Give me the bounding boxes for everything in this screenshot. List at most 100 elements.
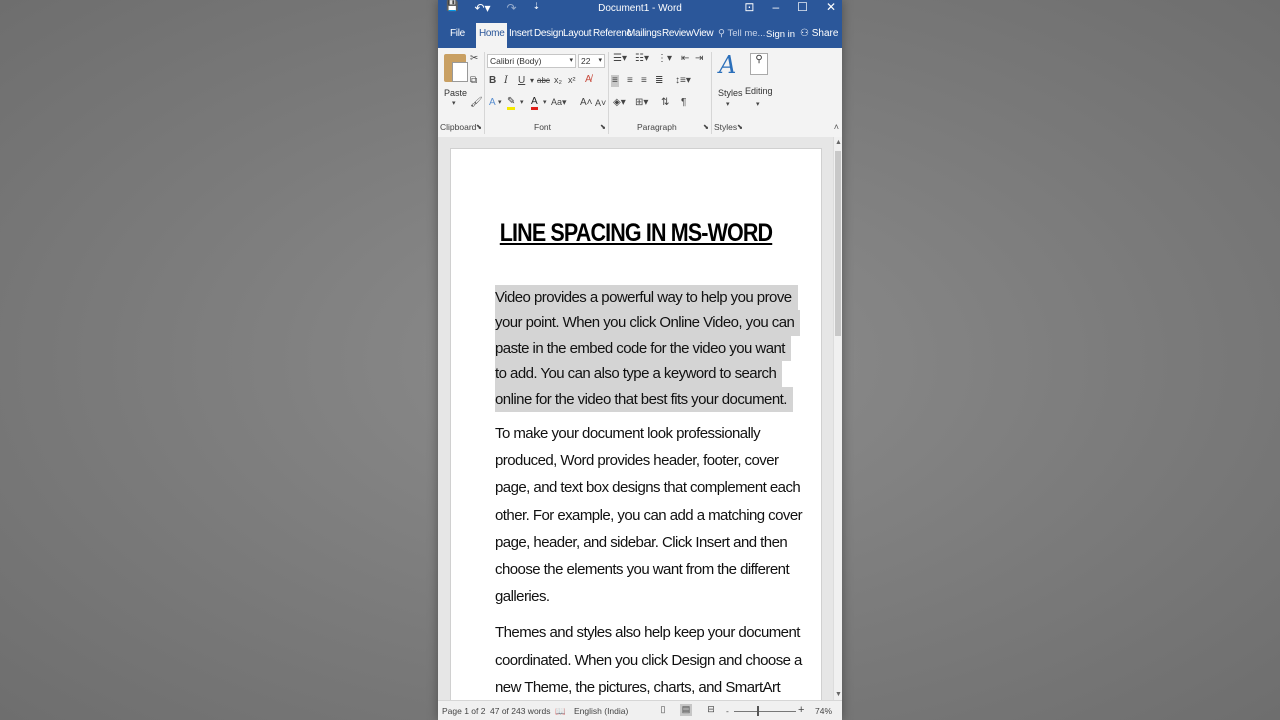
bullets-icon[interactable]: ☰▾ <box>613 54 627 64</box>
underline-dropdown-icon[interactable]: ▾ <box>530 77 534 85</box>
align-center-icon[interactable]: ≡ <box>627 76 633 86</box>
tab-layout[interactable]: Layout <box>563 28 592 39</box>
sort-icon[interactable]: ⇅ <box>661 98 669 108</box>
multilevel-list-icon[interactable]: ⋮▾ <box>657 54 672 64</box>
text-line: page, header, and sidebar. Click Insert … <box>495 533 788 551</box>
copy-icon[interactable]: ⧉ <box>470 76 477 86</box>
web-layout-icon[interactable]: ⊟ <box>705 704 717 716</box>
divider <box>608 52 609 134</box>
line-spacing-icon[interactable]: ↕≡▾ <box>675 76 691 86</box>
text-line: other. For example, you can add a matchi… <box>495 506 803 524</box>
chevron-down-icon: ▾ <box>598 57 602 64</box>
ribbon-display-options-icon[interactable]: ⊡ <box>744 0 754 14</box>
highlight-icon[interactable]: ✎ <box>507 97 516 110</box>
decrease-indent-icon[interactable]: ⇤ <box>681 54 689 64</box>
paragraph-1-selected[interactable]: Video provides a powerful way to help yo… <box>495 285 801 413</box>
zoom-slider-thumb[interactable] <box>757 706 759 716</box>
clipboard-launcher-icon[interactable]: ⬊ <box>476 124 482 131</box>
numbering-icon[interactable]: ☷▾ <box>635 54 649 64</box>
vertical-scrollbar[interactable]: ▲ ▼ <box>833 137 842 700</box>
scrollbar-thumb[interactable] <box>835 151 841 336</box>
shrink-font-icon[interactable]: A˅ <box>595 99 606 108</box>
tab-file[interactable]: File <box>450 28 465 39</box>
read-mode-icon[interactable]: ▯ <box>657 704 669 716</box>
change-case-icon[interactable]: Aa▾ <box>551 98 567 107</box>
text-line: produced, Word provides header, footer, … <box>495 452 779 470</box>
font-launcher-icon[interactable]: ⬊ <box>600 124 606 131</box>
sign-in-link[interactable]: Sign in <box>766 29 795 40</box>
tab-mailings[interactable]: Mailings <box>627 28 662 39</box>
font-name-select[interactable]: Calibri (Body) ▾ <box>487 54 576 68</box>
language[interactable]: English (India) <box>574 706 628 716</box>
highlight-dropdown-icon[interactable]: ▾ <box>520 99 524 106</box>
align-left-icon[interactable]: ≡ <box>611 75 619 87</box>
clear-formatting-icon[interactable]: A̸ <box>585 75 592 85</box>
ribbon-home: Paste ▾ ✂ ⧉ 🖌 Clipboard ⬊ Calibri (Body)… <box>438 48 842 138</box>
text-line: to add. You can also type a keyword to s… <box>495 361 783 387</box>
close-icon[interactable]: ✕ <box>826 0 836 14</box>
tab-insert[interactable]: Insert <box>509 28 533 39</box>
zoom-in-icon[interactable]: + <box>798 704 804 716</box>
borders-icon[interactable]: ⊞▾ <box>635 98 648 108</box>
paragraph-3[interactable]: Themes and styles also help keep your do… <box>495 619 802 700</box>
tab-design[interactable]: Design <box>534 28 564 39</box>
share-button[interactable]: ⚇ Share <box>800 28 838 39</box>
justify-icon[interactable]: ≣ <box>655 76 663 86</box>
collapse-ribbon-icon[interactable]: ˄ <box>834 122 839 132</box>
minimize-icon[interactable]: – <box>772 0 779 14</box>
editing-button[interactable]: Editing <box>745 86 773 96</box>
zoom-slider[interactable] <box>734 711 796 712</box>
divider <box>484 52 485 134</box>
text-effects-icon[interactable]: A <box>489 98 496 108</box>
superscript-icon[interactable]: x² <box>568 76 576 85</box>
scroll-up-icon[interactable]: ▲ <box>835 139 842 146</box>
paste-button[interactable]: Paste <box>444 88 467 98</box>
text-line: Themes and styles also help keep your do… <box>495 624 800 641</box>
underline-icon[interactable]: U <box>518 76 525 86</box>
styles-button[interactable]: Styles <box>718 88 743 98</box>
format-painter-icon[interactable]: 🖌 <box>470 98 483 108</box>
tab-view[interactable]: View <box>693 28 714 39</box>
align-right-icon[interactable]: ≡ <box>641 76 647 86</box>
tab-references[interactable]: Referenc <box>593 28 631 39</box>
tab-review[interactable]: Review <box>662 28 693 39</box>
styles-icon[interactable]: A <box>719 51 736 79</box>
scroll-down-icon[interactable]: ▼ <box>835 691 842 698</box>
maximize-icon[interactable]: ☐ <box>797 0 808 14</box>
proofing-icon[interactable]: 📖 <box>555 706 566 717</box>
text-line: paste in the embed code for the video yo… <box>495 335 791 362</box>
strikethrough-icon[interactable]: abc <box>537 77 550 85</box>
text-line: galleries. <box>495 588 550 606</box>
cut-icon[interactable]: ✂ <box>470 54 478 64</box>
font-size-select[interactable]: 22 ▾ <box>578 54 605 68</box>
styles-dropdown-icon[interactable]: ▾ <box>726 101 730 108</box>
paste-dropdown-icon[interactable]: ▾ <box>452 100 456 107</box>
tab-home[interactable]: Home <box>476 23 508 48</box>
magnifier-icon[interactable]: ⚲ <box>750 53 768 75</box>
tell-me-label: Tell me... <box>727 28 766 39</box>
editing-dropdown-icon[interactable]: ▾ <box>756 101 760 108</box>
word-count[interactable]: 47 of 243 words <box>490 706 550 716</box>
paragraph-2[interactable]: To make your document look professionall… <box>495 420 803 610</box>
bold-icon[interactable]: B <box>489 76 496 86</box>
print-layout-icon[interactable]: ▤ <box>680 704 692 716</box>
paste-icon[interactable] <box>444 54 468 82</box>
zoom-level[interactable]: 74% <box>815 706 832 716</box>
grow-font-icon[interactable]: A˄ <box>580 98 593 108</box>
tell-me-search[interactable]: ⚲ Tell me... <box>718 28 765 39</box>
font-color-dropdown-icon[interactable]: ▾ <box>543 99 547 106</box>
styles-launcher-icon[interactable]: ⬊ <box>737 124 743 131</box>
paragraph-launcher-icon[interactable]: ⬊ <box>703 124 709 131</box>
italic-icon[interactable]: I <box>504 76 508 86</box>
chevron-down-icon: ▾ <box>569 57 573 64</box>
share-label: Share <box>811 28 839 39</box>
shading-icon[interactable]: ◈▾ <box>613 98 626 108</box>
document-page[interactable]: LINE SPACING IN MS-WORD Video provides a… <box>450 148 822 700</box>
font-color-icon[interactable]: A <box>531 97 538 110</box>
show-formatting-icon[interactable]: ¶ <box>681 98 686 108</box>
subscript-icon[interactable]: x₂ <box>554 76 562 85</box>
page-count[interactable]: Page 1 of 2 <box>442 706 485 716</box>
increase-indent-icon[interactable]: ⇥ <box>695 54 703 64</box>
zoom-out-icon[interactable]: - <box>726 706 729 716</box>
text-effects-dropdown-icon[interactable]: ▾ <box>498 99 502 106</box>
